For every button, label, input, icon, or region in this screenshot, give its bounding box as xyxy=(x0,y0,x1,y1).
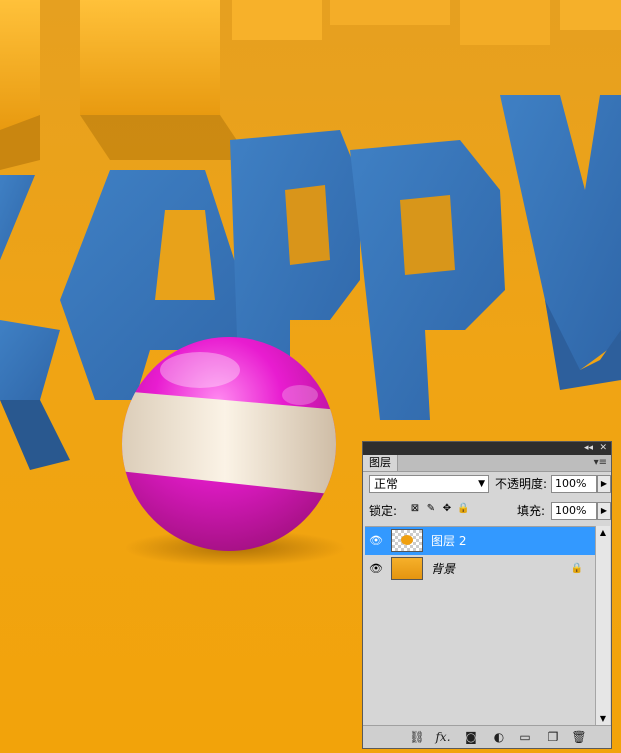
scroll-down-icon[interactable]: ▼ xyxy=(596,712,610,726)
opacity-input[interactable]: 100% xyxy=(551,475,597,493)
tab-layers[interactable]: 图层 xyxy=(363,455,398,471)
trash-icon[interactable]: 🗑 xyxy=(571,729,587,745)
blend-opacity-row: 正常 ▼ 不透明度: 100% ▶ xyxy=(369,473,611,495)
folder-icon[interactable]: ▭ xyxy=(517,729,533,745)
layer-thumbnail xyxy=(391,557,423,580)
opacity-slider-button[interactable]: ▶ xyxy=(597,475,611,493)
chevron-down-icon: ▼ xyxy=(478,479,485,489)
layer-lock-icon: 🔒 xyxy=(570,563,583,574)
lock-label: 锁定: xyxy=(369,504,398,518)
link-icon[interactable]: ⛓ xyxy=(409,729,425,745)
fx-icon[interactable]: fx. xyxy=(435,729,451,745)
fill-input[interactable]: 100% xyxy=(551,502,597,520)
adjustment-icon[interactable]: ◐ xyxy=(491,729,507,745)
blend-mode-select[interactable]: 正常 ▼ xyxy=(369,475,489,493)
thumbnail-content xyxy=(401,535,413,545)
close-icon[interactable]: ✕ xyxy=(599,442,607,455)
opacity-label: 不透明度: xyxy=(495,477,548,491)
layer-thumbnail xyxy=(391,529,423,552)
new-layer-icon[interactable]: ❐ xyxy=(545,729,561,745)
collapse-icon[interactable]: ◂◂ xyxy=(584,442,593,455)
fill-slider-button[interactable]: ▶ xyxy=(597,502,611,520)
layer-name: 背景 xyxy=(431,562,456,576)
lock-position-move-icon[interactable]: ✥ xyxy=(441,503,453,515)
lock-all-icon[interactable]: 🔒 xyxy=(457,503,469,515)
layer-row-layer2[interactable]: 👁 图层 2 xyxy=(365,527,595,555)
scroll-up-icon[interactable]: ▲ xyxy=(596,526,610,540)
layer-row-background[interactable]: 👁 背景 🔒 xyxy=(365,555,595,583)
layer-name: 图层 2 xyxy=(431,534,467,548)
layers-list: 👁 图层 2 👁 背景 🔒 xyxy=(365,526,595,727)
panel-tab-row: 图层 ▾≡ xyxy=(363,455,611,472)
layers-panel: ◂◂ ✕ 图层 ▾≡ 正常 ▼ 不透明度: 100% ▶ 锁定: ⊠ ✎ ✥ 🔒… xyxy=(362,441,612,749)
blend-mode-value: 正常 xyxy=(374,477,399,491)
lock-fill-row: 锁定: ⊠ ✎ ✥ 🔒 填充: 100% ▶ xyxy=(369,500,611,522)
lock-transparent-icon[interactable]: ⊠ xyxy=(409,503,421,515)
fill-label: 填充: xyxy=(517,504,546,518)
visibility-eye-icon[interactable]: 👁 xyxy=(369,534,383,548)
lock-image-brush-icon[interactable]: ✎ xyxy=(425,503,437,515)
panel-menu-icon[interactable]: ▾≡ xyxy=(594,455,607,471)
visibility-eye-icon[interactable]: 👁 xyxy=(369,562,383,576)
layers-scrollbar[interactable]: ▲ ▼ xyxy=(595,526,610,726)
mask-icon[interactable]: ◙ xyxy=(463,729,479,745)
panel-titlebar[interactable]: ◂◂ ✕ xyxy=(363,442,611,455)
panel-bottom-toolbar: ⛓ fx. ◙ ◐ ▭ ❐ 🗑 xyxy=(363,725,611,748)
